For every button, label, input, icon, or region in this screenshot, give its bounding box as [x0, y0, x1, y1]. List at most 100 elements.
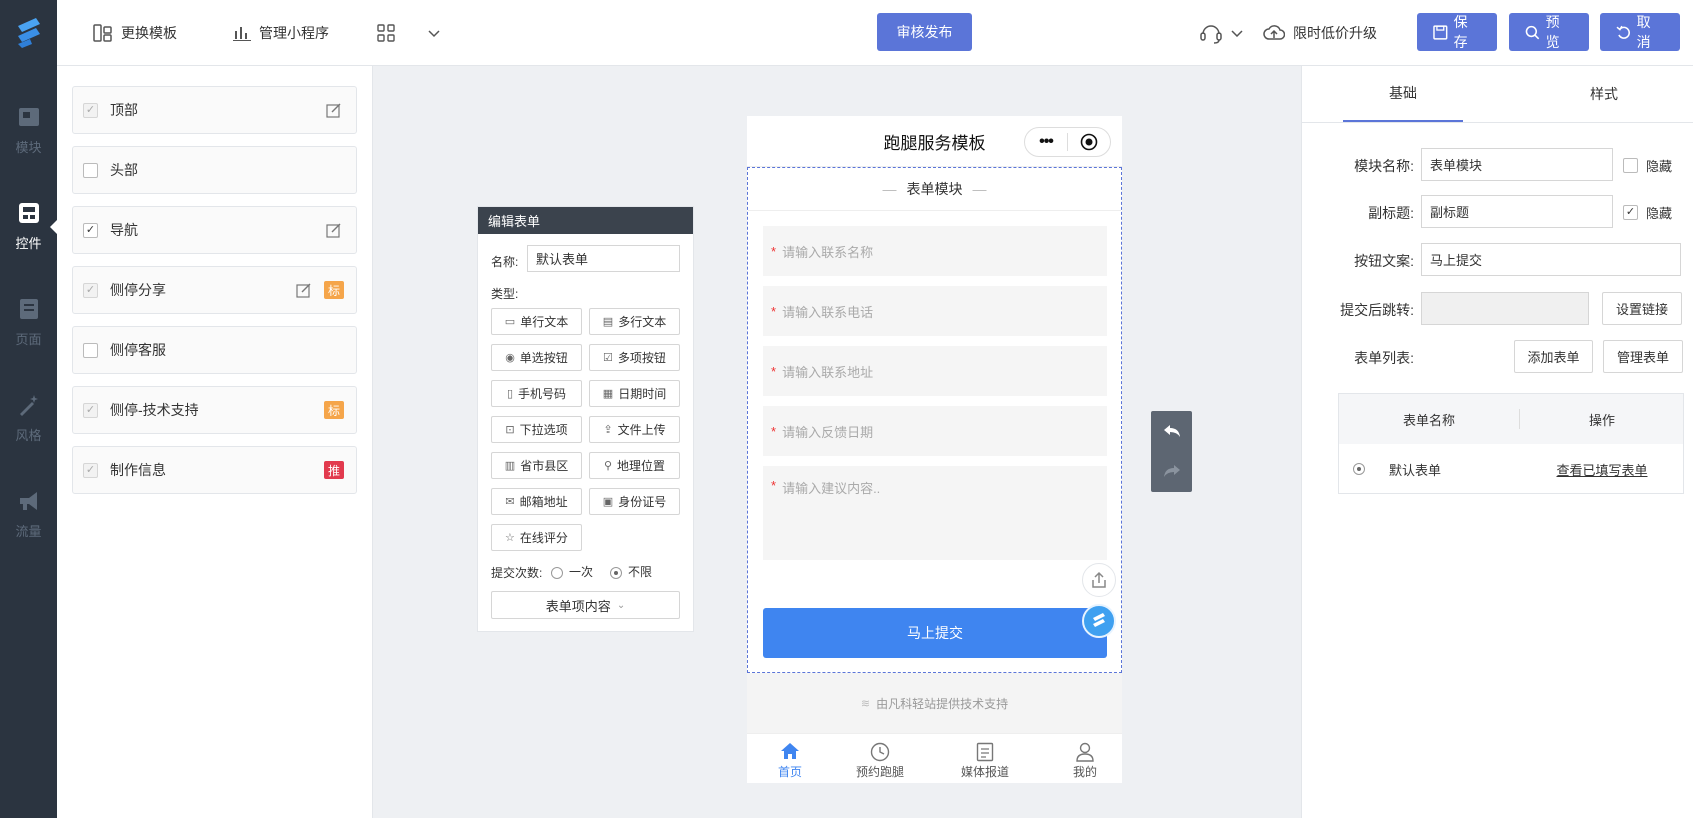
field-contact-phone[interactable]: * 请输入联系电话: [763, 286, 1107, 336]
manage-miniprogram-button[interactable]: 管理小程序: [233, 0, 329, 66]
component-item-side-service[interactable]: 侧停客服: [72, 326, 357, 374]
submit-button[interactable]: 马上提交: [763, 608, 1107, 658]
tab-style[interactable]: 样式: [1544, 66, 1664, 122]
radio[interactable]: [610, 566, 622, 579]
required-mark: *: [771, 363, 777, 379]
brand-float-button[interactable]: [1082, 604, 1116, 638]
title-text: 跑腿服务模板: [883, 133, 986, 153]
undo-button[interactable]: [1151, 411, 1192, 451]
tab-bar: 首页 预约跑腿 媒体报道 我的: [747, 733, 1122, 783]
customer-service-button[interactable]: [1199, 0, 1251, 66]
edit-icon[interactable]: [326, 102, 342, 118]
manage-form-button[interactable]: 管理表单: [1603, 340, 1683, 373]
checkbox[interactable]: ✓: [1623, 205, 1638, 220]
form-module-title: — 表单模块 —: [748, 168, 1121, 211]
checkbox[interactable]: ✓: [83, 402, 98, 418]
tab-label: 我的: [1072, 765, 1097, 779]
edit-icon[interactable]: [296, 282, 312, 298]
form-name-input[interactable]: 默认表单: [527, 245, 680, 272]
capsule-menu[interactable]: •••: [1024, 127, 1111, 157]
type-region[interactable]: ▥ 省市县区: [491, 452, 582, 479]
preview-button[interactable]: 预览: [1509, 13, 1589, 51]
type-single-line[interactable]: ▭ 单行文本: [491, 308, 582, 335]
checkbox[interactable]: [1623, 158, 1638, 173]
nav-item-page[interactable]: 页面: [0, 274, 57, 370]
share-icon: [1092, 571, 1106, 588]
share-float-button[interactable]: [1082, 563, 1116, 597]
table-row: 默认表单 查看已填写表单: [1339, 444, 1683, 494]
type-file-upload[interactable]: ⇪ 文件上传: [589, 416, 680, 443]
review-publish-button[interactable]: 审核发布: [877, 13, 972, 51]
nav-item-module[interactable]: 模块: [0, 82, 57, 178]
component-label: 侧停-技术支持: [110, 402, 199, 418]
checkbox[interactable]: [83, 342, 98, 358]
checkbox[interactable]: [83, 162, 98, 178]
close-target-icon[interactable]: [1068, 133, 1110, 151]
widget-icon: [18, 202, 39, 223]
add-form-button[interactable]: 添加表单: [1514, 340, 1593, 373]
tab-media[interactable]: 媒体报道: [950, 734, 1020, 784]
type-multi-line[interactable]: ▤ 多行文本: [589, 308, 680, 335]
type-email[interactable]: ✉ 邮箱地址: [491, 488, 582, 515]
hide-module-name-checkbox[interactable]: 隐藏: [1623, 156, 1672, 175]
phone-preview: 跑腿服务模板 ••• — 表单模块 — * 请输入联系名称 * 请输入联系电话 * 请…: [747, 116, 1122, 783]
component-item-header[interactable]: 头部: [72, 146, 357, 194]
app-logo[interactable]: [0, 0, 57, 66]
nav-item-style[interactable]: 风格: [0, 370, 57, 466]
view-submissions-link[interactable]: 查看已填写表单: [1519, 460, 1685, 479]
type-rating[interactable]: ☆ 在线评分: [491, 524, 582, 551]
textarea-icon: ▤: [602, 316, 614, 328]
redo-button[interactable]: [1151, 451, 1192, 491]
field-suggestion[interactable]: * 请输入建议内容..: [763, 466, 1107, 560]
type-id-card[interactable]: ▣ 身份证号: [589, 488, 680, 515]
checkbox[interactable]: ✓: [83, 462, 98, 478]
tab-booking[interactable]: 预约跑腿: [845, 734, 915, 784]
submit-unlimited-radio[interactable]: 不限: [610, 563, 652, 580]
component-item-side-share[interactable]: ✓ 侧停分享 标: [72, 266, 357, 314]
id-card-icon: ▣: [602, 496, 614, 508]
component-item-credits[interactable]: ✓ 制作信息 推: [72, 446, 357, 494]
form-items-toggle[interactable]: 表单项内容 ⌄: [491, 591, 680, 619]
field-contact-address[interactable]: * 请输入联系地址: [763, 346, 1107, 396]
type-checkbox[interactable]: ☑ 多项按钮: [589, 344, 680, 371]
checkbox[interactable]: ✓: [83, 102, 98, 118]
tab-basic[interactable]: 基础: [1343, 66, 1463, 122]
nav-item-traffic[interactable]: 流量: [0, 466, 57, 562]
component-item-side-support[interactable]: ✓ 侧停-技术支持 标: [72, 386, 357, 434]
type-phone[interactable]: ▯ 手机号码: [491, 380, 582, 407]
dropdown-icon: ⊡: [505, 424, 515, 436]
button-text-input[interactable]: 马上提交: [1421, 243, 1681, 276]
type-location[interactable]: ⚲ 地理位置: [589, 452, 680, 479]
hide-subtitle-checkbox[interactable]: ✓ 隐藏: [1623, 203, 1672, 222]
component-item-top[interactable]: ✓ 顶部: [72, 86, 357, 134]
submit-once-radio[interactable]: 一次: [551, 563, 593, 580]
upgrade-button[interactable]: 限时低价升级: [1263, 0, 1377, 66]
save-button[interactable]: 保存: [1417, 13, 1497, 51]
apps-menu-button[interactable]: [377, 0, 449, 66]
change-template-button[interactable]: 更换模板: [93, 0, 177, 66]
nav-item-widget[interactable]: 控件: [0, 178, 57, 274]
standard-badge: 标: [324, 281, 344, 299]
field-contact-name[interactable]: * 请输入联系名称: [763, 226, 1107, 276]
tab-home[interactable]: 首页: [769, 734, 811, 784]
subtitle-input[interactable]: 副标题: [1421, 195, 1613, 228]
form-module[interactable]: — 表单模块 — * 请输入联系名称 * 请输入联系电话 * 请输入联系地址 * 请输入…: [747, 167, 1122, 673]
module-name-input[interactable]: 表单模块: [1421, 148, 1613, 181]
type-radio[interactable]: ◉ 单选按钮: [491, 344, 582, 371]
radio[interactable]: [551, 566, 563, 579]
type-dropdown[interactable]: ⊡ 下拉选项: [491, 416, 582, 443]
type-datetime[interactable]: ▦ 日期时间: [589, 380, 680, 407]
tab-mine[interactable]: 我的: [1065, 734, 1105, 784]
checkbox[interactable]: ✓: [83, 282, 98, 298]
type-label: 单选按钮: [519, 351, 568, 365]
more-icon[interactable]: •••: [1025, 133, 1067, 151]
checkbox[interactable]: ✓: [83, 222, 98, 238]
row-radio[interactable]: [1353, 463, 1365, 475]
edit-icon[interactable]: [326, 222, 342, 238]
cancel-button[interactable]: 取消: [1600, 13, 1680, 51]
jump-link-input[interactable]: [1421, 292, 1589, 325]
component-item-nav[interactable]: ✓ 导航: [72, 206, 357, 254]
set-link-button[interactable]: 设置链接: [1602, 292, 1682, 325]
field-feedback-date[interactable]: * 请输入反馈日期: [763, 406, 1107, 456]
type-label: 日期时间: [618, 387, 667, 401]
